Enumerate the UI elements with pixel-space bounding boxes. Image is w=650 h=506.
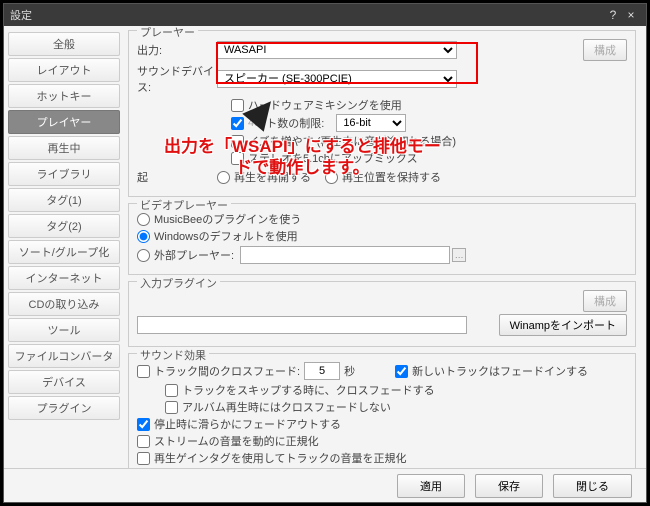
external-radio[interactable]	[137, 249, 150, 262]
upmix-label: ステレオを5.1chにアップミックス	[248, 150, 418, 166]
sidebar-item-11[interactable]: ツール	[8, 318, 120, 342]
group-title-input: 入力プラグイン	[137, 275, 220, 291]
sidebar-item-12[interactable]: ファイルコンバータ	[8, 344, 120, 368]
group-sound: サウンド効果 トラック間のクロスフェード: 秒 新しいトラックはフェードインする…	[128, 353, 636, 468]
stop-fadeout-checkbox[interactable]	[137, 418, 150, 431]
content: プレーヤー 出力: WASAPI 構成 サウンドデバイス: スピーカー (SE-…	[124, 26, 646, 468]
external-path-input[interactable]	[240, 246, 450, 264]
group-title-video: ビデオプレーヤー	[137, 197, 231, 213]
replaygain-checkbox[interactable]	[137, 452, 150, 465]
windefault-label: Windowsのデフォルトを使用	[154, 228, 298, 244]
footer: 適用 保存 閉じる	[4, 468, 646, 502]
apply-button[interactable]: 適用	[397, 474, 465, 498]
crossfade-checkbox[interactable]	[137, 365, 150, 378]
sidebar-item-9[interactable]: インターネット	[8, 266, 120, 290]
sidebar-item-3[interactable]: プレイヤー	[8, 110, 120, 134]
device-select[interactable]: スピーカー (SE-300PCIE)	[217, 70, 457, 88]
browse-button[interactable]: …	[452, 248, 466, 262]
resume-radio[interactable]	[217, 171, 230, 184]
sidebar-item-1[interactable]: レイアウト	[8, 58, 120, 82]
keeppos-label: 再生位置を保持する	[342, 169, 441, 185]
group-title-sound: サウンド効果	[137, 347, 209, 363]
sidebar-item-6[interactable]: タグ(1)	[8, 188, 120, 212]
album-nocrossfade-checkbox[interactable]	[165, 401, 178, 414]
stop-fadeout-label: 停止時に滑らかにフェードアウトする	[154, 416, 341, 432]
crossfade-label: トラック間のクロスフェード:	[154, 363, 300, 379]
bitlimit-checkbox[interactable]	[231, 117, 244, 130]
titlebar: 設定 ? ×	[4, 4, 646, 26]
sidebar-item-14[interactable]: プラグイン	[8, 396, 120, 420]
resume-label: 再生を再開する	[234, 169, 311, 185]
newtrack-fadein-checkbox[interactable]	[395, 365, 408, 378]
replaygain-label: 再生ゲインタグを使用してトラックの音量を正規化	[154, 450, 406, 466]
keeppos-radio[interactable]	[325, 171, 338, 184]
player-config-button[interactable]: 構成	[583, 39, 627, 61]
newtrack-fadein-label: 新しいトラックはフェードインする	[412, 363, 588, 379]
winamp-import-button[interactable]: Winampをインポート	[499, 314, 627, 336]
windefault-radio[interactable]	[137, 230, 150, 243]
close-button[interactable]: 閉じる	[553, 474, 632, 498]
group-title-player: プレーヤー	[137, 26, 198, 40]
sidebar-item-7[interactable]: タグ(2)	[8, 214, 120, 238]
startup-label: 起	[137, 169, 217, 185]
sidebar-item-0[interactable]: 全般	[8, 32, 120, 56]
buffer-checkbox[interactable]	[231, 135, 244, 148]
external-label: 外部プレーヤー:	[154, 247, 234, 263]
device-label: サウンドデバイス:	[137, 63, 217, 95]
sidebar-item-10[interactable]: CDの取り込み	[8, 292, 120, 316]
sec-label: 秒	[344, 363, 355, 379]
skip-crossfade-checkbox[interactable]	[165, 384, 178, 397]
group-player: プレーヤー 出力: WASAPI 構成 サウンドデバイス: スピーカー (SE-…	[128, 30, 636, 197]
sidebar-item-5[interactable]: ライブラリ	[8, 162, 120, 186]
group-input: 入力プラグイン 構成 Winampをインポート	[128, 281, 636, 347]
stream-norm-label: ストリームの音量を動的に正規化	[154, 433, 319, 449]
output-select[interactable]: WASAPI	[217, 41, 457, 59]
input-config-button[interactable]: 構成	[583, 290, 627, 312]
sidebar-item-8[interactable]: ソート/グループ化	[8, 240, 120, 264]
help-icon[interactable]: ?	[604, 8, 622, 22]
sidebar-item-13[interactable]: デバイス	[8, 370, 120, 394]
save-button[interactable]: 保存	[475, 474, 543, 498]
output-label: 出力:	[137, 42, 217, 58]
skip-crossfade-label: トラックをスキップする時に、クロスフェードする	[182, 382, 435, 398]
sidebar-item-4[interactable]: 再生中	[8, 136, 120, 160]
logscale-label: 対数の音量スケールを使用する	[154, 467, 308, 468]
hwmix-checkbox[interactable]	[231, 99, 244, 112]
mbplugin-label: MusicBeeのプラグインを使う	[154, 211, 301, 227]
window-title: 設定	[10, 7, 32, 23]
sidebar-item-2[interactable]: ホットキー	[8, 84, 120, 108]
close-icon[interactable]: ×	[622, 8, 640, 22]
upmix-checkbox[interactable]	[231, 152, 244, 165]
sidebar: 全般レイアウトホットキープレイヤー再生中ライブラリタグ(1)タグ(2)ソート/グ…	[4, 26, 124, 468]
buffer-label: イズを増やす (再生中に音が途切れる場合)	[248, 133, 456, 149]
stream-norm-checkbox[interactable]	[137, 435, 150, 448]
input-plugin-input[interactable]	[137, 316, 467, 334]
mbplugin-radio[interactable]	[137, 213, 150, 226]
crossfade-sec-input[interactable]	[304, 362, 340, 380]
group-video: ビデオプレーヤー MusicBeeのプラグインを使う Windowsのデフォルト…	[128, 203, 636, 275]
album-nocrossfade-label: アルバム再生時にはクロスフェードしない	[182, 399, 391, 415]
bitdepth-select[interactable]: 16-bit	[336, 114, 406, 132]
